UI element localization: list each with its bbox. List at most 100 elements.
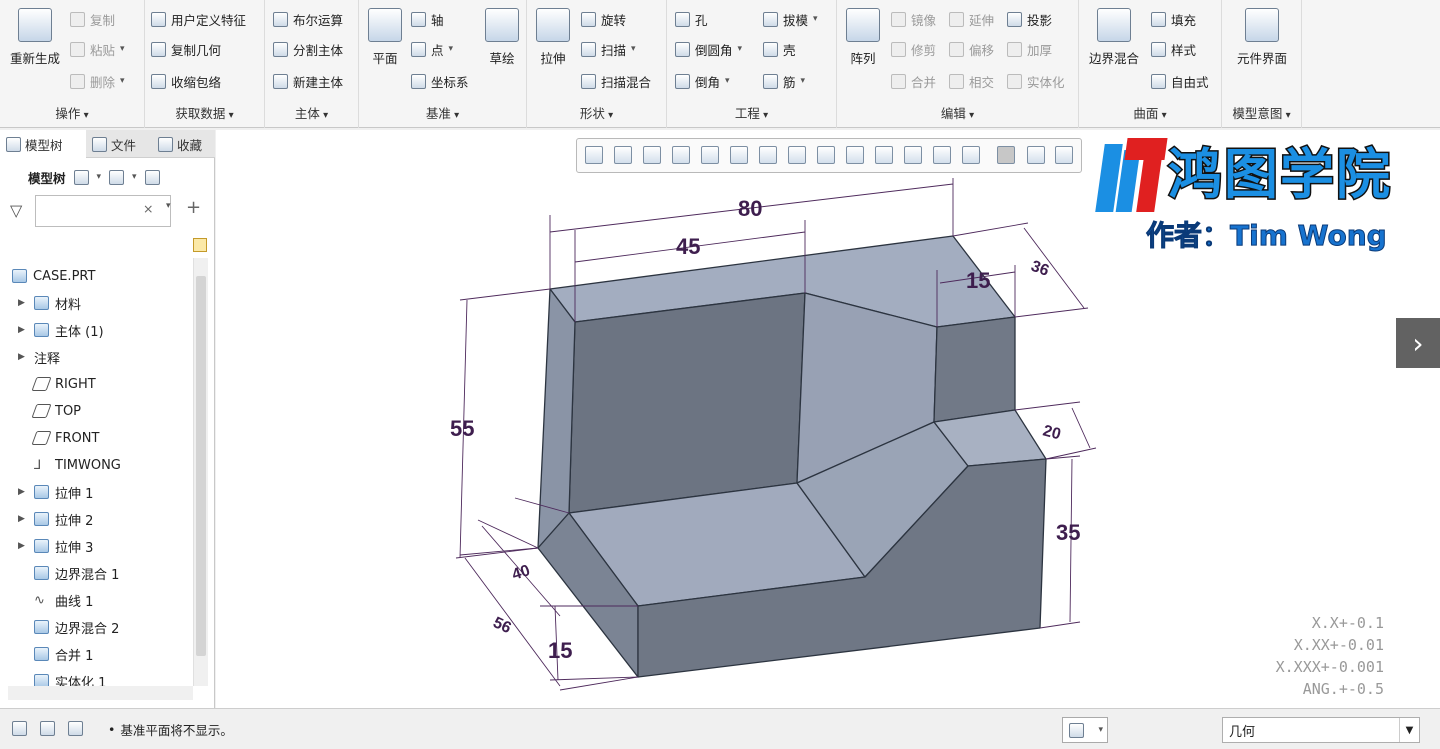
plane-button[interactable]: 平面 (365, 8, 405, 67)
chamfer-button[interactable]: 倒角 ▾ (675, 70, 730, 92)
hole-button[interactable]: 孔 (675, 8, 708, 30)
expand-icon[interactable]: ▶ (18, 514, 25, 524)
axis-button[interactable]: 轴 (411, 8, 444, 30)
solidify-button[interactable]: 实体化 (1007, 70, 1065, 92)
copy-button[interactable]: 复制 (70, 8, 115, 30)
draft-button[interactable]: 拔模 ▾ (763, 8, 818, 30)
shrinkwrap-button[interactable]: 收缩包络 (151, 70, 221, 92)
saved-orientations-icon[interactable] (759, 146, 777, 164)
project-button[interactable]: 投影 (1007, 8, 1052, 30)
tree-item-annotations[interactable]: ▶ 注释 (18, 344, 60, 370)
perspective-icon[interactable] (701, 146, 719, 164)
dim-20[interactable]: 20 (1041, 422, 1063, 443)
rib-button[interactable]: 筋 ▾ (763, 70, 805, 92)
style-button[interactable]: 样式 (1151, 38, 1196, 60)
csys-button[interactable]: 坐标系 (411, 70, 469, 92)
spin-center-icon[interactable] (1027, 146, 1045, 164)
scrollbar-thumb[interactable] (196, 276, 206, 656)
revolve-button[interactable]: 旋转 (581, 8, 626, 30)
swept-blend-button[interactable]: 扫描混合 (581, 70, 651, 92)
dim-56[interactable]: 56 (490, 614, 513, 637)
show-hide-icon[interactable] (144, 169, 160, 185)
intersect-button[interactable]: 相交 (949, 70, 994, 92)
tree-horizontal-scrollbar[interactable] (8, 686, 193, 700)
shell-button[interactable]: 壳 (763, 38, 796, 60)
group-label-operations[interactable]: 操作 (0, 103, 144, 122)
clear-search-icon[interactable]: × (143, 201, 153, 216)
tree-item-material[interactable]: ▶ 材料 (18, 290, 81, 316)
udf-button[interactable]: 用户定义特征 (151, 8, 246, 30)
section-icon[interactable] (817, 146, 835, 164)
tree-item-right[interactable]: RIGHT (31, 371, 96, 397)
round-button[interactable]: 倒圆角 ▾ (675, 38, 742, 60)
dim-36[interactable]: 36 (1029, 258, 1052, 280)
trim-button[interactable]: 修剪 (891, 38, 936, 60)
tree-item-curve-1[interactable]: ∿ 曲线 1 (34, 587, 93, 613)
dim-15-bottom[interactable]: 15 (548, 638, 572, 663)
sweep-button[interactable]: 扫描 ▾ (581, 38, 636, 60)
tree-item-extrude-3[interactable]: ▶ 拉伸 3 (18, 533, 93, 559)
annotation-display-icon[interactable] (997, 146, 1015, 164)
group-label-editing[interactable]: 编辑 (837, 103, 1078, 122)
paste-button[interactable]: 粘贴 ▾ (70, 38, 125, 60)
tree-item-front[interactable]: FRONT (31, 425, 99, 451)
pause-icon[interactable] (1055, 146, 1073, 164)
split-body-button[interactable]: 分割主体 (273, 38, 343, 60)
group-label-get-data[interactable]: 获取数据 (145, 103, 264, 122)
point-button[interactable]: 点 ▾ (411, 38, 453, 60)
tree-item-boundary-blend-1[interactable]: 边界混合 1 (34, 560, 119, 586)
tab-model-tree[interactable]: 模型树 (0, 130, 86, 158)
boundary-blend-button[interactable]: 边界混合 (1085, 8, 1143, 67)
tree-item-top[interactable]: TOP (31, 398, 81, 424)
boolean-button[interactable]: 布尔运算 (273, 8, 343, 30)
extend-button[interactable]: 延伸 (949, 8, 994, 30)
dim-45[interactable]: 45 (676, 234, 700, 259)
repaint-icon[interactable] (672, 146, 690, 164)
axis-display-icon[interactable] (933, 146, 951, 164)
highlight-icon[interactable] (193, 238, 207, 252)
group-label-engineering[interactable]: 工程 (667, 103, 836, 122)
tab-files[interactable]: 文件 (86, 130, 148, 158)
navigator-toggle-icon[interactable] (12, 721, 27, 736)
sketch-button[interactable]: 草绘 (483, 8, 521, 67)
tree-item-boundary-blend-2[interactable]: 边界混合 2 (34, 614, 119, 640)
display-style-icon[interactable] (730, 146, 748, 164)
dim-15-top[interactable]: 15 (966, 268, 990, 293)
freestyle-button[interactable]: 自由式 (1151, 70, 1209, 92)
expand-icon[interactable]: ▶ (18, 352, 25, 362)
group-label-datum[interactable]: 基准 (359, 103, 526, 122)
tree-root[interactable]: CASE.PRT (12, 263, 95, 289)
expand-icon[interactable]: ▶ (18, 298, 25, 308)
merge-button[interactable]: 合并 (891, 70, 936, 92)
plane-display-icon[interactable] (904, 146, 922, 164)
group-label-body[interactable]: 主体 (265, 103, 358, 122)
tree-item-merge-1[interactable]: 合并 1 (34, 641, 93, 667)
offset-button[interactable]: 偏移 (949, 38, 994, 60)
fill-button[interactable]: 填充 (1151, 8, 1196, 30)
add-filter-icon[interactable]: + (186, 197, 201, 218)
dim-80[interactable]: 80 (738, 196, 762, 221)
component-interface-button[interactable]: 元件界面 (1230, 8, 1294, 67)
refit-icon[interactable] (585, 146, 603, 164)
expand-icon[interactable]: ▶ (18, 541, 25, 551)
expand-icon[interactable]: ▶ (18, 487, 25, 497)
selection-filter[interactable]: 几何 ▼ (1222, 717, 1420, 743)
tree-item-extrude-1[interactable]: ▶ 拉伸 1 (18, 479, 93, 505)
extrude-button[interactable]: 拉伸 (533, 8, 573, 67)
regenerate-button[interactable]: 重新生成 (4, 8, 66, 67)
expand-icon[interactable]: ▶ (18, 325, 25, 335)
browser-toggle-icon[interactable] (40, 721, 55, 736)
zoom-out-icon[interactable] (643, 146, 661, 164)
dim-35[interactable]: 35 (1056, 520, 1080, 545)
group-label-surfaces[interactable]: 曲面 (1079, 103, 1221, 122)
find-button[interactable]: ▾ (1062, 717, 1108, 743)
filter-dropdown-icon[interactable]: ▾ (166, 201, 171, 211)
zoom-in-icon[interactable] (614, 146, 632, 164)
point-display-icon[interactable] (962, 146, 980, 164)
tab-favorites[interactable]: 收藏 (152, 130, 214, 158)
next-arrow-button[interactable]: › (1396, 318, 1440, 368)
tree-item-bodies[interactable]: ▶ 主体 (1) (18, 317, 104, 343)
tree-columns-icon[interactable] (109, 169, 125, 185)
group-label-shapes[interactable]: 形状 (527, 103, 666, 122)
group-label-model-intent[interactable]: 模型意图 (1222, 103, 1301, 122)
